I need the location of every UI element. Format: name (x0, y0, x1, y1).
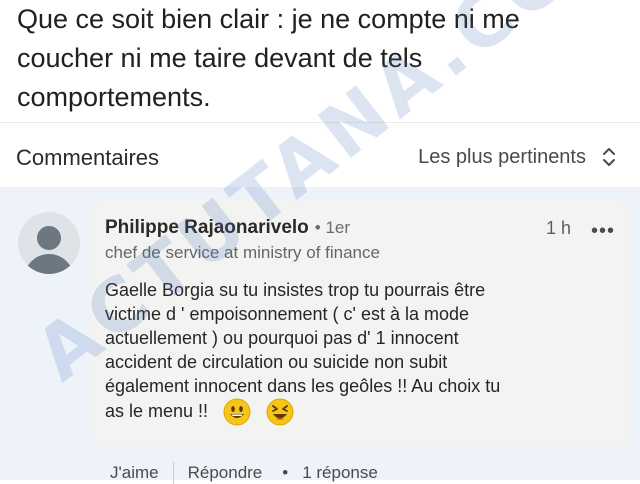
more-options-icon[interactable]: ••• (591, 220, 615, 243)
reply-button[interactable]: Répondre (188, 463, 263, 483)
comment-line: as le menu !! (105, 400, 209, 421)
grinning-face-emoji (223, 398, 251, 426)
sort-updown-icon (603, 148, 615, 166)
bullet-dot: • (282, 463, 289, 482)
author-row: Philippe Rajaonarivelo • 1er (105, 217, 350, 239)
comment-line: Gaelle Borgia su tu insistes trop tu pou… (105, 280, 486, 300)
comments-header: Commentaires Les plus pertinents (0, 123, 640, 187)
comment-last-line: as le menu !! (105, 398, 625, 426)
comment-actions: J'aime Répondre • 1 réponse (110, 462, 378, 484)
replies-link[interactable]: 1 réponse (302, 463, 378, 483)
comment-line: accident de circulation ou suicide non s… (105, 352, 448, 372)
sort-label: Les plus pertinents (418, 145, 586, 168)
avatar-head (37, 226, 61, 250)
post-line: Que ce soit bien clair : je ne compte ni… (17, 4, 520, 34)
author-name[interactable]: Philippe Rajaonarivelo (105, 217, 309, 239)
comment-line: victime d ' empoisonnement ( c' est à la… (105, 304, 470, 324)
post-text: Que ce soit bien clair : je ne compte ni… (17, 0, 617, 117)
post-line: comportements. (17, 82, 211, 112)
author-headline: chef de service at ministry of finance (105, 243, 380, 262)
comment-text: Gaelle Borgia su tu insistes trop tu pou… (105, 278, 625, 426)
comment-line: actuellement ) ou pourquoi pas d' 1 inno… (105, 328, 459, 348)
laughing-squint-emoji (266, 398, 294, 426)
post-line: coucher ni me taire devant de tels (17, 43, 423, 73)
sort-dropdown[interactable]: Les plus pertinents (418, 145, 618, 169)
avatar-body (24, 254, 74, 274)
comment-time: 1 h (545, 218, 571, 238)
avatar[interactable] (18, 212, 80, 274)
comment-line: également innocent dans les geôles !! Au… (105, 376, 501, 396)
comments-title: Commentaires (16, 145, 160, 170)
action-separator (172, 462, 174, 484)
comment-bubble: Philippe Rajaonarivelo • 1er 1 h ••• che… (91, 200, 631, 447)
connection-degree: • 1er (314, 218, 351, 237)
like-button[interactable]: J'aime (110, 463, 159, 483)
